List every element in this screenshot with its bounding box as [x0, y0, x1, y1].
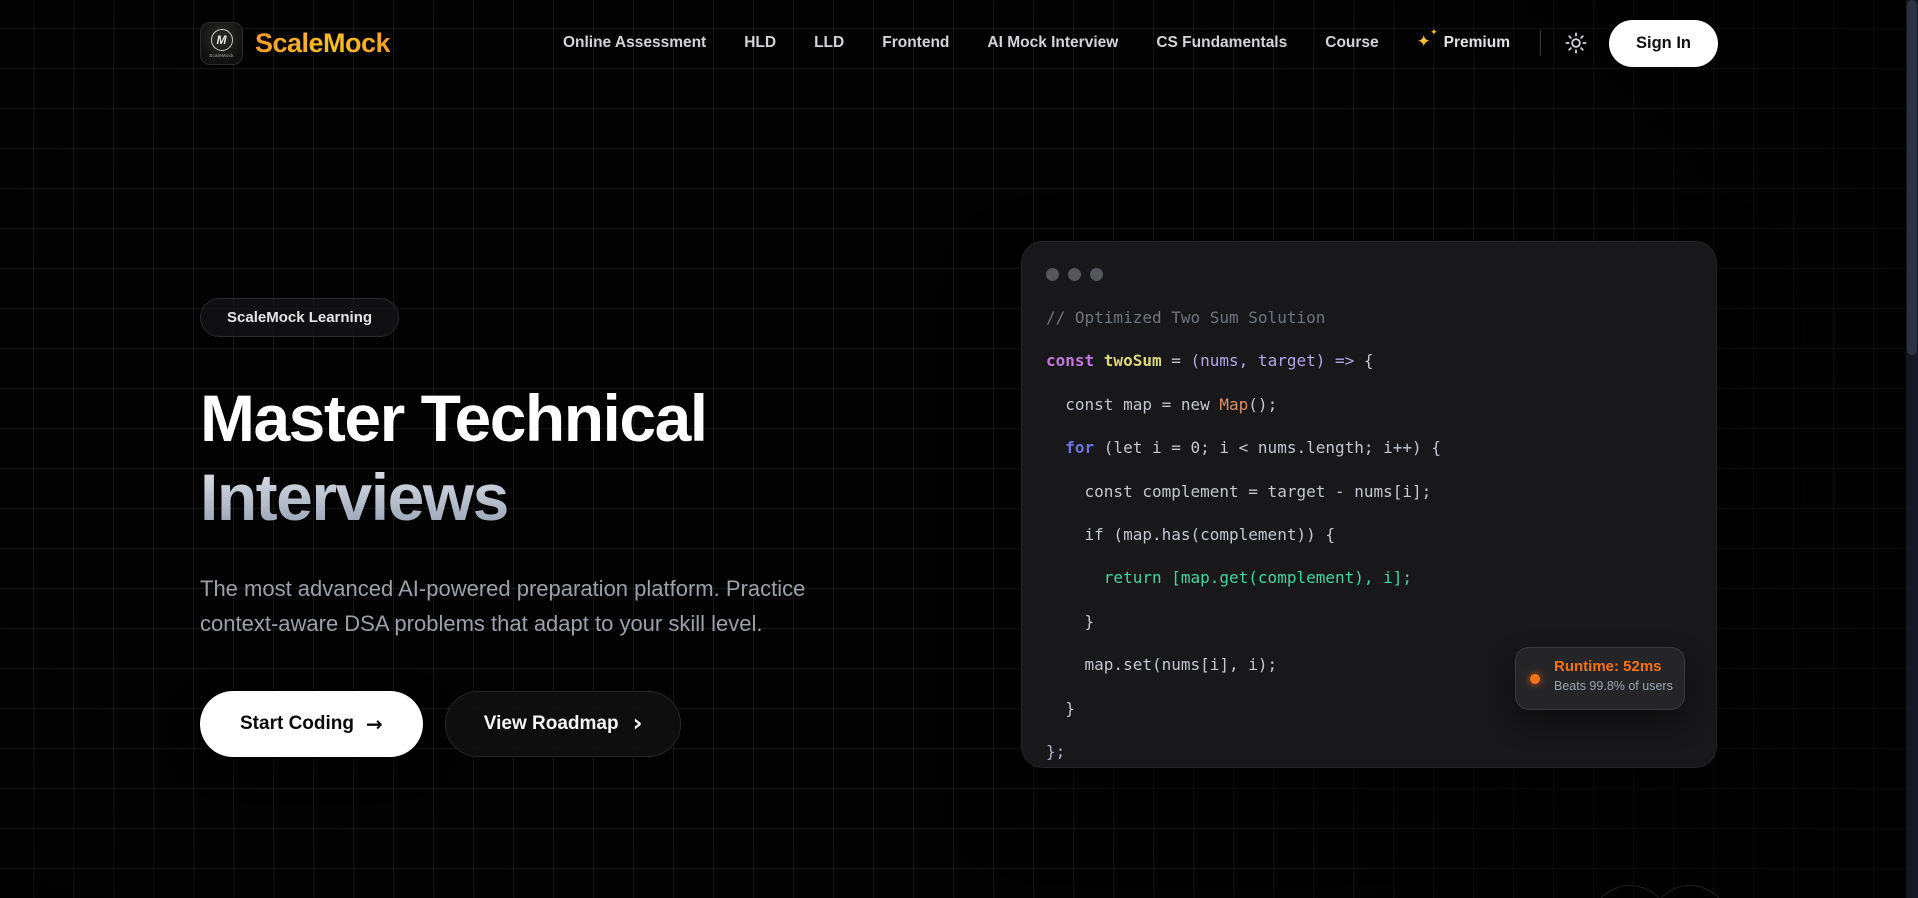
- code-line: const complement = target - nums[i];: [1046, 470, 1692, 513]
- navbar: M ScaleMock ScaleMock Online Assessment H…: [200, 0, 1718, 86]
- hero-section: ScaleMock Learning Master Technical Inte…: [200, 298, 860, 757]
- runtime-value: Runtime: 52ms: [1554, 658, 1674, 675]
- page-title: Master Technical Interviews: [200, 379, 860, 537]
- code-token-plain: ();: [1248, 395, 1277, 414]
- code-line: }: [1046, 600, 1692, 643]
- view-roadmap-label: View Roadmap: [484, 713, 619, 735]
- code-editor-card: // Optimized Two Sum Solution const twoSu…: [1021, 241, 1717, 768]
- nav-item-online-assessment[interactable]: Online Assessment: [563, 34, 706, 52]
- runtime-tooltip: Runtime: 52ms Beats 99.8% of users: [1515, 647, 1685, 710]
- code-token-func: twoSum: [1104, 351, 1162, 370]
- window-dot: [1046, 268, 1059, 281]
- window-dot: [1068, 268, 1081, 281]
- code-line: const twoSum = (nums, target) => {: [1046, 339, 1692, 382]
- page-title-line1: Master Technical: [200, 379, 860, 458]
- code-line: if (map.has(complement)) {: [1046, 513, 1692, 556]
- code-token-plain: const complement = target - nums[i];: [1085, 482, 1432, 501]
- code-token-plain: {: [1364, 351, 1374, 370]
- code-token-plain: const map = new: [1065, 395, 1219, 414]
- sign-in-button[interactable]: Sign In: [1609, 20, 1718, 67]
- code-line: // Optimized Two Sum Solution: [1046, 296, 1692, 339]
- decorative-circle: [1650, 885, 1730, 898]
- code-line: return [map.get(complement), i];: [1046, 556, 1692, 599]
- nav-item-ai-mock-interview[interactable]: AI Mock Interview: [987, 34, 1118, 52]
- logo-monogram: M: [211, 29, 233, 51]
- code-line: };: [1046, 730, 1692, 773]
- window-dot: [1090, 268, 1103, 281]
- hero-actions: Start Coding → View Roadmap ›: [200, 691, 860, 757]
- page-title-line2: Interviews: [200, 458, 860, 537]
- code-token-plain: }: [1085, 612, 1095, 631]
- brand-logo[interactable]: M ScaleMock ScaleMock: [200, 22, 390, 65]
- start-coding-label: Start Coding: [240, 713, 354, 735]
- nav-links: Online Assessment HLD LLD Frontend AI Mock I…: [563, 33, 1510, 53]
- arrow-right-icon: →: [366, 712, 383, 736]
- nav-item-cs-fundamentals[interactable]: CS Fundamentals: [1156, 34, 1287, 52]
- code-token-class: Map: [1219, 395, 1248, 414]
- nav-item-hld[interactable]: HLD: [744, 34, 776, 52]
- code-token-comment: // Optimized Two Sum Solution: [1046, 308, 1325, 327]
- logo-micro-text: ScaleMock: [209, 53, 234, 58]
- nav-item-premium[interactable]: ✦ ✦ Premium: [1417, 33, 1510, 53]
- nav-item-frontend[interactable]: Frontend: [882, 34, 949, 52]
- code-token-plain: map.set(nums[i], i);: [1085, 655, 1278, 674]
- decorative-circle: [1590, 885, 1670, 898]
- window-controls: [1046, 268, 1692, 281]
- code-line: for (let i = 0; i < nums.length; i++) {: [1046, 426, 1692, 469]
- code-token-plain: (let i = 0; i < nums.length; i++) {: [1104, 438, 1441, 457]
- code-token-return: return [map.get(complement), i];: [1104, 568, 1412, 587]
- code-token-param: (nums, target): [1191, 351, 1326, 370]
- chevron-right-icon: ›: [633, 714, 643, 732]
- runtime-percentile: Beats 99.8% of users: [1554, 679, 1674, 693]
- code-token-param: =>: [1325, 351, 1364, 370]
- hero-badge: ScaleMock Learning: [200, 298, 399, 337]
- code-token-plain: if (map.has(complement)) {: [1085, 525, 1335, 544]
- nav-divider: [1540, 30, 1541, 56]
- scrollbar-thumb[interactable]: [1907, 0, 1917, 355]
- start-coding-button[interactable]: Start Coding →: [200, 691, 423, 757]
- scrollbar-track[interactable]: [1906, 0, 1918, 898]
- nav-item-course[interactable]: Course: [1325, 34, 1378, 52]
- code-token-keyword: const: [1046, 351, 1104, 370]
- nav-item-lld[interactable]: LLD: [814, 34, 844, 52]
- brand-name: ScaleMock: [255, 28, 390, 59]
- sparkle-icon: ✦ ✦: [1417, 33, 1437, 53]
- code-line: const map = new Map();: [1046, 383, 1692, 426]
- runtime-status-dot: [1530, 674, 1540, 684]
- view-roadmap-button[interactable]: View Roadmap ›: [445, 691, 682, 757]
- brand-logo-icon: M ScaleMock: [200, 22, 243, 65]
- code-token-plain: =: [1162, 351, 1191, 370]
- code-token-plain: }: [1065, 699, 1075, 718]
- hero-description: The most advanced AI-powered preparation…: [200, 571, 842, 641]
- code-token-kw2: for: [1065, 438, 1104, 457]
- nav-premium-label: Premium: [1444, 34, 1510, 52]
- theme-toggle-sun-icon[interactable]: [1563, 30, 1589, 56]
- code-token-close: };: [1046, 742, 1065, 761]
